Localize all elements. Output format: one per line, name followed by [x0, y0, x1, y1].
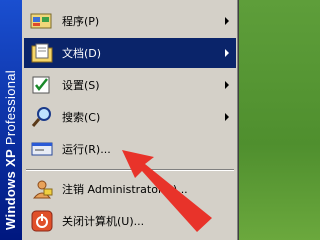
menu-item-label: 运行(R)... — [62, 143, 111, 156]
desktop-background — [239, 0, 269, 240]
menu-item-search[interactable]: 搜索(C) — [24, 102, 236, 132]
menu-divider — [26, 169, 234, 171]
start-menu-sidebar: Windows XP Professional — [0, 0, 22, 240]
menu-item-label: 关闭计算机(U)... — [62, 215, 145, 228]
programs-icon — [28, 8, 56, 34]
menu-item-settings[interactable]: 设置(S) — [24, 70, 236, 100]
submenu-arrow-icon — [225, 17, 229, 25]
search-icon — [28, 104, 56, 130]
submenu-arrow-icon — [225, 49, 229, 57]
brand-light: Professional — [3, 70, 18, 150]
submenu-arrow-icon — [225, 81, 229, 89]
run-icon — [28, 136, 56, 162]
menu-item-logoff[interactable]: 注销 Administrator(L)... — [24, 174, 236, 204]
menu-item-label: 设置(S) — [62, 79, 100, 92]
brand-bold: Windows XP — [3, 149, 18, 230]
shutdown-icon — [28, 208, 56, 234]
start-menu: Windows XP Professional 程序(P) 文档(D) 设置(S… — [0, 0, 239, 240]
menu-item-programs[interactable]: 程序(P) — [24, 6, 236, 36]
menu-item-documents[interactable]: 文档(D) — [24, 38, 236, 68]
menu-item-shutdown[interactable]: 关闭计算机(U)... — [24, 206, 236, 236]
submenu-arrow-icon — [225, 113, 229, 121]
menu-item-label: 程序(P) — [62, 15, 100, 28]
windows-xp-brand: Windows XP Professional — [3, 70, 18, 230]
menu-item-label: 搜索(C) — [62, 111, 101, 124]
menu-item-run[interactable]: 运行(R)... — [24, 134, 236, 164]
settings-icon — [28, 72, 56, 98]
logoff-icon — [28, 176, 56, 202]
menu-item-label: 注销 Administrator(L)... — [62, 183, 188, 196]
documents-icon — [28, 40, 56, 66]
menu-item-label: 文档(D) — [62, 47, 102, 60]
